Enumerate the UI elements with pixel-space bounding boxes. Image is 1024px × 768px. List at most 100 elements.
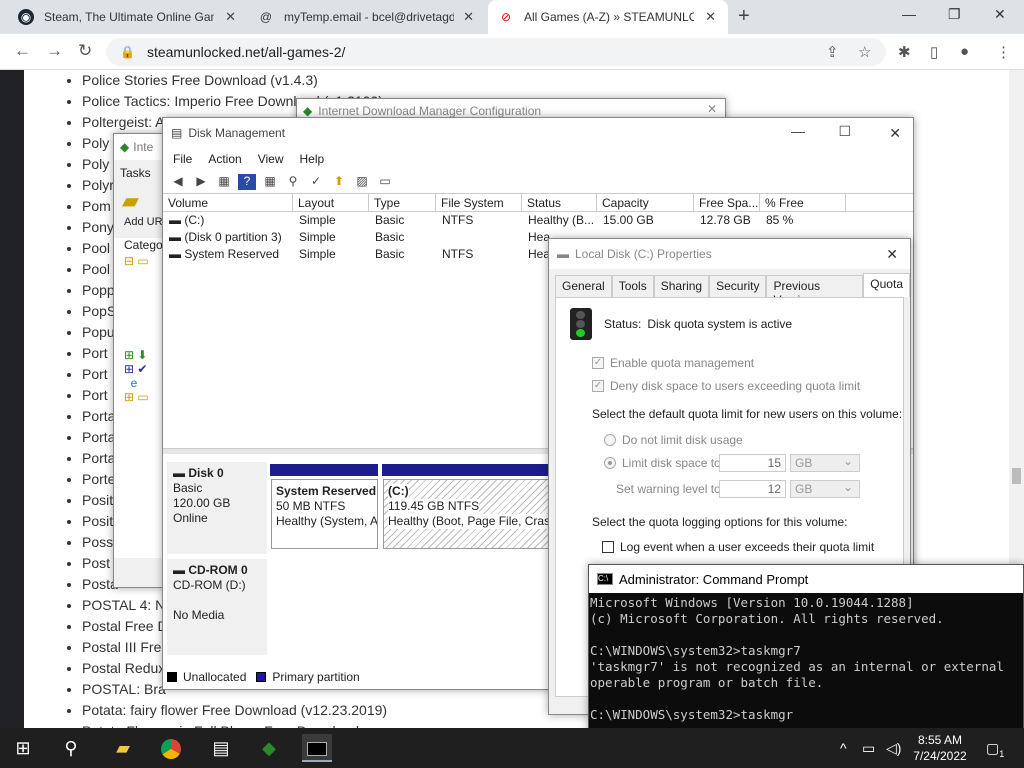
dm-titlebar[interactable]: ▤ Disk Management — ☐ ✕ — [163, 118, 913, 148]
extensions-icon[interactable]: ✱ — [898, 43, 911, 61]
radio-button[interactable] — [604, 434, 616, 446]
col-status[interactable]: Status — [522, 194, 597, 211]
limit-value-field[interactable]: 15 — [719, 454, 786, 472]
profile-icon[interactable]: ● — [960, 43, 969, 60]
tab-general[interactable]: General — [555, 275, 612, 297]
close-icon[interactable]: ✕ — [886, 246, 898, 263]
tab-quota[interactable]: Quota — [863, 273, 910, 297]
lock-icon[interactable]: 🔒 — [120, 45, 135, 59]
checkbox-checked[interactable]: ✓ — [592, 357, 604, 369]
disk-management-taskbar-icon[interactable]: ▤ — [206, 734, 236, 762]
clock[interactable]: 8:55 AM 7/24/2022 — [910, 732, 970, 764]
chrome-icon[interactable] — [156, 734, 186, 762]
partition-system-reserved[interactable]: System Reserved 50 MB NTFS Healthy (Syst… — [271, 479, 378, 549]
bookmark-star-icon[interactable]: ☆ — [858, 43, 871, 61]
volume-icon[interactable]: ◁) — [886, 740, 901, 757]
tab-sharing[interactable]: Sharing — [653, 275, 710, 297]
enable-quota-checkbox[interactable]: ✓ Enable quota management — [592, 356, 754, 370]
start-windows-icon[interactable]: ⊞ — [8, 734, 38, 762]
close-tab-icon[interactable]: ✕ — [463, 9, 474, 25]
ie-category-icon[interactable]: e — [124, 376, 154, 390]
props-titlebar[interactable]: ▬ Local Disk (C:) Properties ✕ — [549, 239, 910, 269]
back-icon[interactable]: ◀ — [169, 174, 187, 190]
cmd-titlebar[interactable]: C:\ Administrator: Command Prompt — [589, 565, 1023, 593]
game-list-item[interactable]: Police Stories Free Download (v1.4.3) — [82, 70, 669, 91]
check-category-icon[interactable]: ⊞ ✔ — [124, 362, 154, 376]
tab-previous-versions[interactable]: Previous Versions — [766, 275, 864, 307]
import-icon[interactable]: ⬆ — [330, 174, 348, 190]
command-prompt-window[interactable]: C:\ Administrator: Command Prompt Micros… — [588, 564, 1024, 740]
disk0-label[interactable]: ▬ Disk 0 Basic 120.00 GB Online — [167, 462, 267, 554]
check-icon[interactable]: ✓ — [307, 174, 325, 190]
scroll-thumb[interactable] — [1012, 468, 1021, 484]
back-icon[interactable]: ← — [14, 41, 31, 61]
chevron-up-icon[interactable]: ^ — [840, 740, 847, 756]
close-tab-icon[interactable]: ✕ — [225, 9, 236, 25]
menu-view[interactable]: View — [258, 152, 284, 166]
folder-icon[interactable]: ⊟ ▭ — [124, 254, 154, 268]
restore-icon[interactable]: ❐ — [948, 6, 961, 23]
console-tree-icon[interactable]: ▦ — [215, 174, 233, 190]
limit-to-radio[interactable]: Limit disk space to — [604, 456, 721, 470]
folder-category-icon[interactable]: ⊞ ▭ — [124, 390, 154, 404]
idm-taskbar-icon[interactable]: ◆ — [254, 734, 284, 762]
close-tab-icon[interactable]: ✕ — [705, 9, 716, 25]
list-icon[interactable]: ▦ — [261, 174, 279, 190]
help-icon[interactable]: ? — [238, 173, 256, 190]
log-event-checkbox[interactable]: Log event when a user exceeds their quot… — [602, 540, 874, 554]
table-row[interactable]: ▬ (C:) Simple Basic NTFS Healthy (B... 1… — [163, 212, 913, 229]
idm-main-window[interactable]: ◆ Inte Tasks ▰ Add URL Categor ⊟ ▭ ⊞ ⬇ ⊞… — [113, 133, 169, 588]
warning-value-field[interactable]: 12 — [719, 480, 786, 498]
close-window-icon[interactable]: ✕ — [994, 6, 1006, 23]
add-url-label[interactable]: Add URL — [114, 216, 169, 228]
network-icon[interactable]: ▭ — [862, 740, 875, 757]
cmd-taskbar-icon[interactable] — [302, 734, 332, 762]
connect-icon[interactable]: ⚲ — [284, 174, 302, 190]
close-icon[interactable]: ✕ — [889, 125, 901, 142]
warning-unit-dropdown[interactable]: GB — [790, 479, 860, 498]
share-icon[interactable]: ⇪ — [826, 43, 839, 61]
col-free-space[interactable]: Free Spa... — [694, 194, 760, 211]
properties-icon[interactable]: ▭ — [376, 174, 394, 190]
add-url-icon[interactable]: ▰ — [114, 186, 164, 216]
menu-icon[interactable]: ⋮ — [996, 43, 1011, 61]
menu-file[interactable]: File — [173, 152, 192, 166]
col-filesystem[interactable]: File System — [436, 194, 522, 211]
minimize-icon[interactable]: — — [902, 6, 916, 22]
notification-icon[interactable]: ▢1 — [986, 740, 1004, 759]
no-limit-radio[interactable]: Do not limit disk usage — [604, 433, 743, 447]
idm-tasks-menu[interactable]: Tasks — [114, 160, 164, 186]
radio-button-selected[interactable] — [604, 457, 616, 469]
col-volume[interactable]: Volume — [163, 194, 293, 211]
partition-c[interactable]: (C:) 119.45 GB NTFS Healthy (Boot, Page … — [383, 479, 549, 549]
browser-tab-steam[interactable]: ◉ Steam, The Ultimate Online Gam ✕ — [8, 0, 248, 34]
download-category-icon[interactable]: ⊞ ⬇ — [124, 348, 154, 362]
reload-icon[interactable]: ↻ — [78, 41, 92, 61]
side-panel-icon[interactable]: ▯ — [930, 43, 938, 61]
browser-tab-mytemp[interactable]: @ myTemp.email - bcel@drivetagd ✕ — [248, 0, 486, 34]
col-layout[interactable]: Layout — [293, 194, 369, 211]
export-icon[interactable]: ▨ — [353, 174, 371, 190]
tab-tools[interactable]: Tools — [611, 275, 654, 297]
menu-action[interactable]: Action — [208, 152, 241, 166]
file-explorer-icon[interactable]: ▰ — [108, 734, 138, 762]
col-percent-free[interactable]: % Free — [760, 194, 846, 211]
limit-unit-dropdown[interactable]: GB — [790, 453, 860, 472]
deny-space-checkbox[interactable]: ✓ Deny disk space to users exceeding quo… — [592, 379, 860, 393]
close-icon[interactable]: ✕ — [707, 102, 717, 116]
forward-icon[interactable]: → — [46, 41, 63, 61]
browser-tab-steamunlocked[interactable]: ⊘ All Games (A-Z) » STEAMUNLOC ✕ — [488, 0, 728, 34]
minimize-icon[interactable]: — — [791, 123, 805, 139]
maximize-icon[interactable]: ☐ — [838, 123, 851, 140]
checkbox-checked[interactable]: ✓ — [592, 380, 604, 392]
cdrom-label[interactable]: ▬ CD-ROM 0 CD-ROM (D:) No Media — [167, 559, 267, 655]
search-icon[interactable]: ⚲ — [56, 734, 86, 762]
checkbox-unchecked[interactable] — [602, 541, 614, 553]
forward-icon[interactable]: ▶ — [192, 174, 210, 190]
console-output[interactable]: Microsoft Windows [Version 10.0.19044.12… — [589, 593, 1023, 739]
new-tab-button[interactable]: + — [738, 5, 750, 28]
menu-help[interactable]: Help — [300, 152, 325, 166]
tab-security[interactable]: Security — [709, 275, 767, 297]
address-bar[interactable]: 🔒 steamunlocked.net/all-games-2/ — [106, 38, 886, 66]
col-capacity[interactable]: Capacity — [597, 194, 694, 211]
